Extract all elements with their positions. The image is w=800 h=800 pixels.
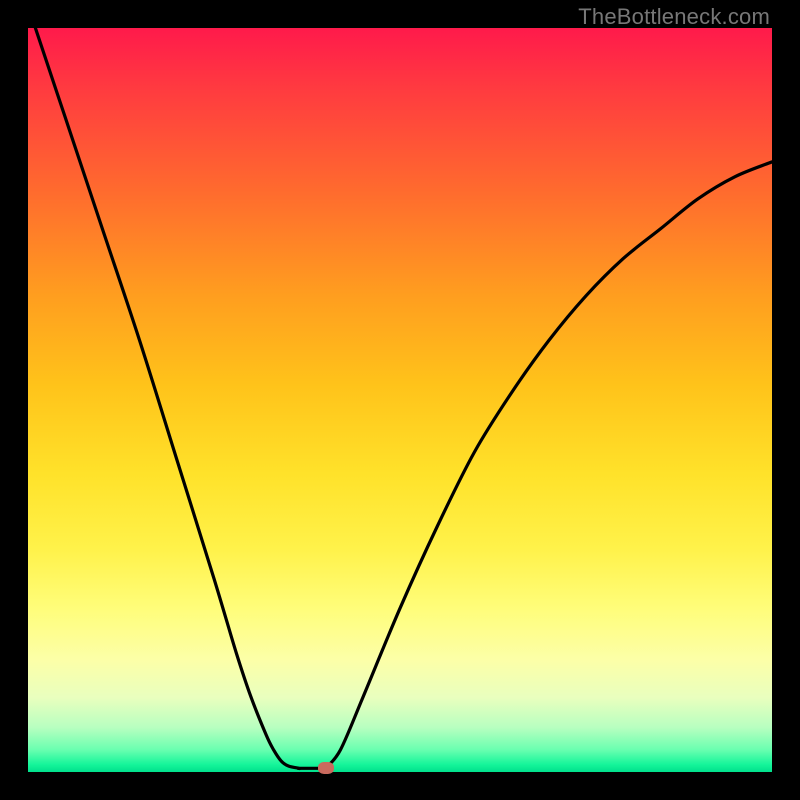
outer-frame: TheBottleneck.com [0, 0, 800, 800]
watermark-text: TheBottleneck.com [578, 4, 770, 30]
min-point-marker [318, 762, 334, 774]
plot-area [28, 28, 772, 772]
bottleneck-curve [28, 28, 772, 772]
curve-path [35, 28, 772, 770]
